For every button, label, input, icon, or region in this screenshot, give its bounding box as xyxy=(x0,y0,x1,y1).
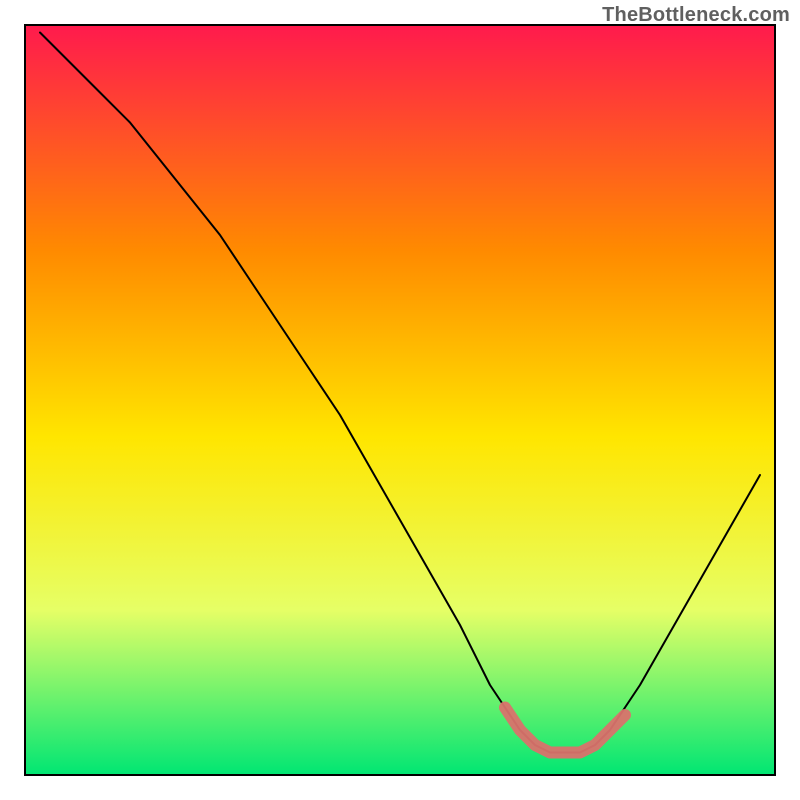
chart-svg xyxy=(0,0,800,800)
bottleneck-chart: TheBottleneck.com xyxy=(0,0,800,800)
watermark-text: TheBottleneck.com xyxy=(602,4,790,27)
plot-background xyxy=(25,25,775,775)
